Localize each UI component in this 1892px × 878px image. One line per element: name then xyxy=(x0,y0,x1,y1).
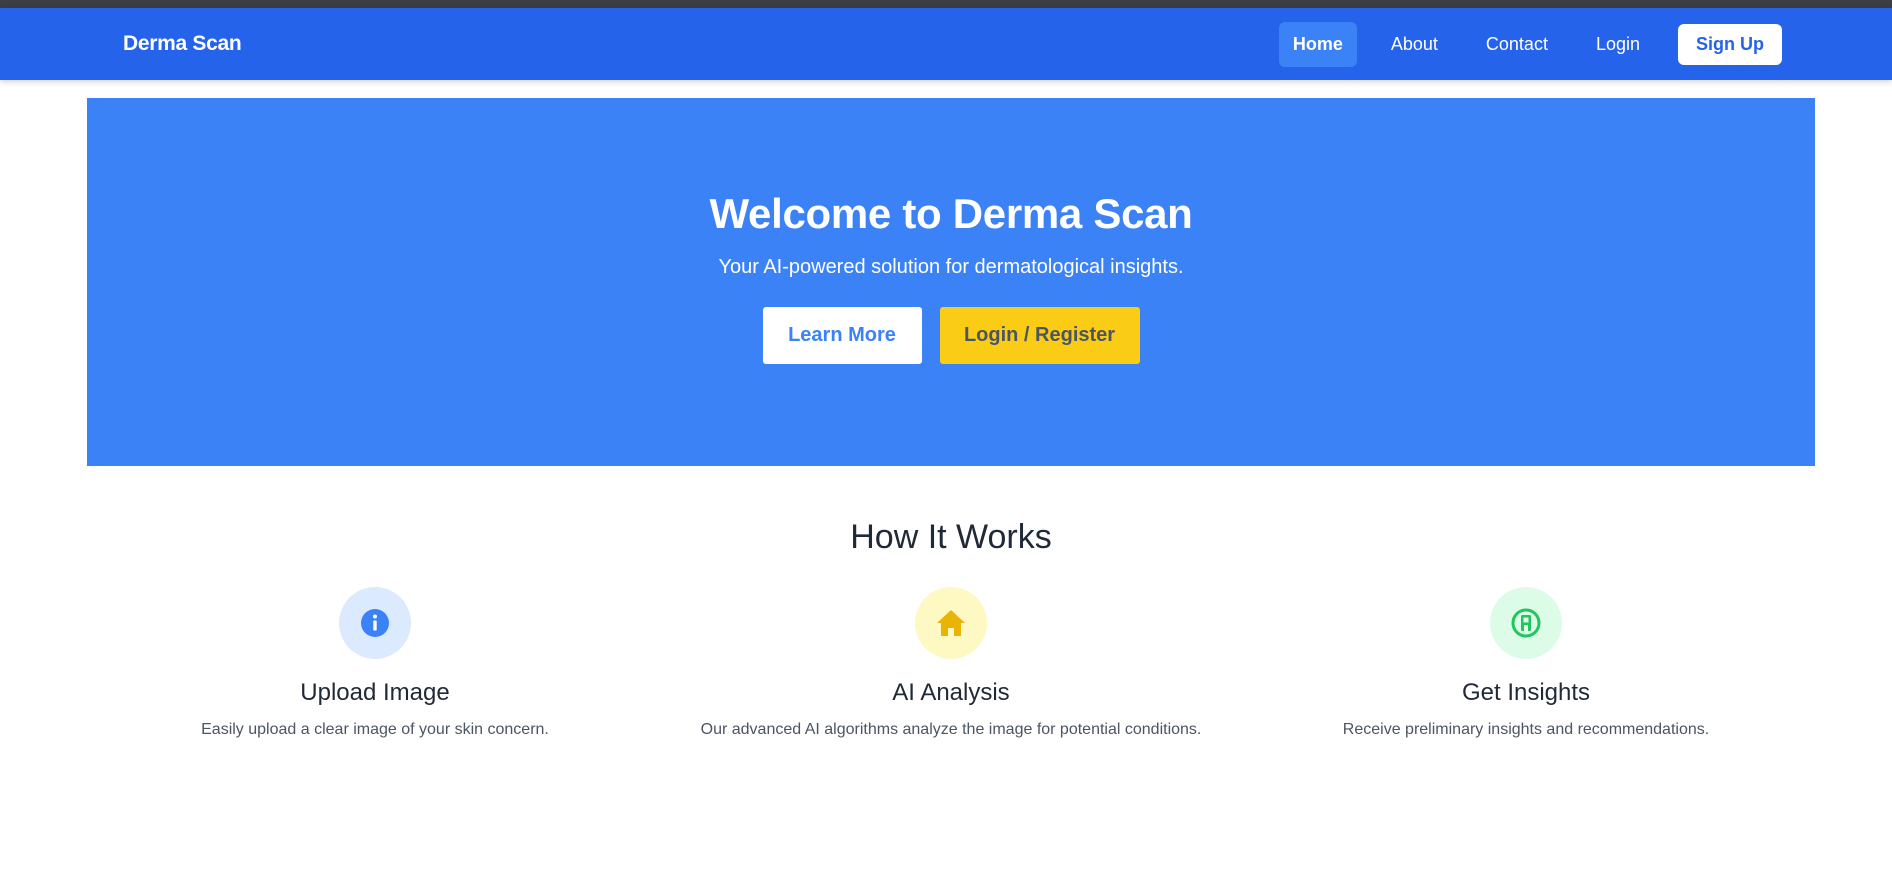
feature-upload-image: Upload Image Easily upload a clear image… xyxy=(95,587,655,739)
info-icon xyxy=(339,587,411,659)
nav-links: Home About Contact Login Sign Up xyxy=(1278,21,1782,67)
navbar: Derma Scan Home About Contact Login Sign… xyxy=(0,8,1892,80)
feature-title: Upload Image xyxy=(300,679,450,706)
feature-ai-analysis: AI Analysis Our advanced AI algorithms a… xyxy=(671,587,1231,739)
hero-section: Welcome to Derma Scan Your AI-powered so… xyxy=(87,98,1815,466)
nav-link-home[interactable]: Home xyxy=(1278,21,1357,67)
login-register-button[interactable]: Login / Register xyxy=(939,307,1140,364)
feature-title: AI Analysis xyxy=(892,679,1010,706)
nav-link-login[interactable]: Login xyxy=(1582,22,1654,67)
feature-description: Receive preliminary insights and recomme… xyxy=(1342,721,1710,738)
nav-link-about[interactable]: About xyxy=(1377,22,1452,67)
insights-icon xyxy=(1490,587,1562,659)
browser-top-strip xyxy=(0,0,1892,8)
how-it-works-title: How It Works xyxy=(850,518,1052,556)
hero-buttons: Learn More Login / Register xyxy=(762,307,1140,364)
nav-link-contact[interactable]: Contact xyxy=(1472,22,1562,67)
feature-title: Get Insights xyxy=(1461,679,1591,706)
learn-more-button[interactable]: Learn More xyxy=(762,307,922,364)
hero-title: Welcome to Derma Scan xyxy=(709,190,1193,237)
feature-description: Easily upload a clear image of your skin… xyxy=(201,721,549,738)
feature-description: Our advanced AI algorithms analyze the i… xyxy=(700,721,1202,738)
home-icon xyxy=(915,587,987,659)
hero-subtitle: Your AI-powered solution for dermatologi… xyxy=(718,256,1184,278)
feature-get-insights: Get Insights Receive preliminary insight… xyxy=(1246,587,1806,739)
brand-logo[interactable]: Derma Scan xyxy=(123,32,242,56)
signup-button[interactable]: Sign Up xyxy=(1678,23,1782,65)
